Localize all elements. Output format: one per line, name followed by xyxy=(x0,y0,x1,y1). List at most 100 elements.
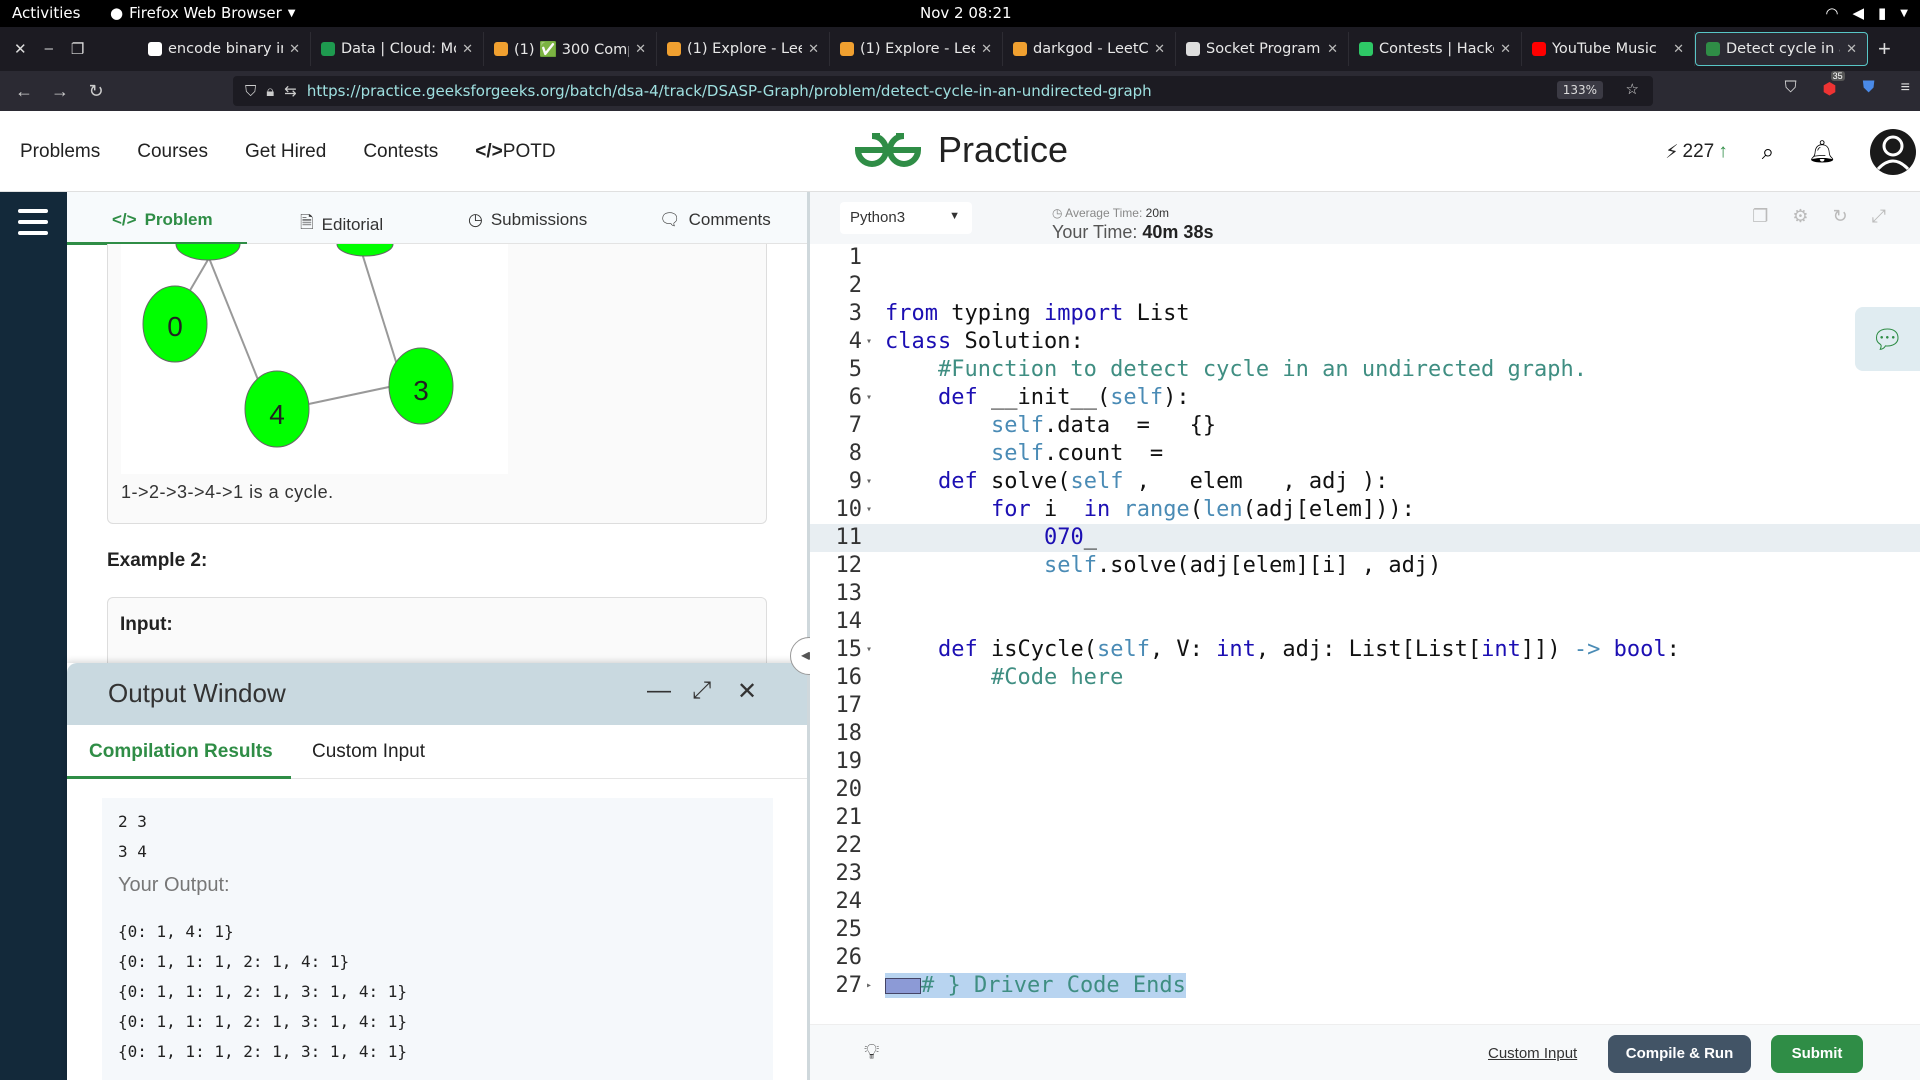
chat-icon[interactable]: 💬︎ xyxy=(1855,307,1920,371)
shield-icon[interactable]: ⛉ xyxy=(245,82,256,100)
tab-custom-input[interactable]: Custom Input xyxy=(312,741,425,763)
pocket-icon[interactable]: ⛉ xyxy=(1785,79,1797,99)
tab-favicon-icon xyxy=(494,42,508,56)
browser-tab[interactable]: (1) Explore - Leet ✕ xyxy=(657,32,830,66)
browser-tab[interactable]: Contests | Hacke ✕ xyxy=(1349,32,1522,66)
settings-gear-icon[interactable]: ⚙ xyxy=(1792,206,1808,227)
system-top-bar: Activities ● Firefox Web Browser ▼ Nov 2… xyxy=(0,0,1920,27)
zoom-level[interactable]: 133% xyxy=(1556,81,1603,99)
browser-tab[interactable]: (1) Explore - Leet ✕ xyxy=(830,32,1003,66)
user-icon xyxy=(1876,135,1910,171)
tab-favicon-icon xyxy=(1359,42,1373,56)
menu-contests[interactable]: Contests xyxy=(363,141,438,163)
menu-potd[interactable]: </>POTD xyxy=(475,141,555,163)
folded-region-icon[interactable] xyxy=(885,978,921,994)
tab-title: Data | Cloud: Mo xyxy=(341,41,457,57)
tab-problem[interactable]: </> Problem xyxy=(112,210,213,230)
system-tray[interactable]: ◠ ◀ ▮ ▼ xyxy=(1825,4,1908,22)
lightbulb-icon[interactable]: 💡︎ xyxy=(864,1039,879,1065)
close-tab-icon[interactable]: ✕ xyxy=(981,42,992,57)
code-line: 21 xyxy=(835,805,863,830)
close-tab-icon[interactable]: ✕ xyxy=(1154,42,1165,57)
back-icon[interactable]: ← xyxy=(6,81,42,102)
code-line: 17 xyxy=(835,693,863,718)
lock-icon[interactable]: 🔒︎ xyxy=(266,82,274,100)
your-time-label: Your Time: xyxy=(1052,222,1138,242)
menu-icon[interactable]: ≡ xyxy=(1901,79,1910,99)
arrow-up-icon: ↑ xyxy=(1718,141,1728,162)
bitwarden-icon[interactable]: ⛊ xyxy=(1863,79,1875,99)
menu-courses[interactable]: Courses xyxy=(137,141,208,163)
fullscreen-icon[interactable]: ⤢ xyxy=(1872,206,1886,227)
code-icon: </> xyxy=(112,210,137,229)
expand-icon[interactable]: ⤢ xyxy=(692,677,711,705)
browser-tab[interactable]: (1) ✅ 300 Compa ✕ xyxy=(484,32,657,66)
tab-favicon-icon xyxy=(321,42,335,56)
code-line: 4 ▾ class Solution: xyxy=(848,329,1084,354)
tab-title: encode binary in xyxy=(168,41,284,57)
tab-submissions[interactable]: ◷ Submissions xyxy=(468,210,587,230)
forward-icon[interactable]: → xyxy=(42,81,78,102)
close-tab-icon[interactable]: ✕ xyxy=(1846,42,1857,57)
avatar[interactable] xyxy=(1870,129,1916,175)
toolbar-icons: ⛉ ⬢ 35 ⛊ ≡ xyxy=(1785,71,1910,99)
close-window-icon[interactable]: ✕ xyxy=(14,40,27,58)
submit-button[interactable]: Submit xyxy=(1771,1035,1863,1073)
custom-input-link[interactable]: Custom Input xyxy=(1488,1045,1577,1062)
output-window-title: Output Window xyxy=(108,678,286,708)
tab-favicon-icon xyxy=(148,42,162,56)
site-header: Problems Courses Get Hired Contests </>P… xyxy=(0,111,1920,192)
bookmark-star-icon[interactable]: ☆ xyxy=(1626,80,1639,98)
code-editor[interactable]: 1 2 3 from typing import List 4 ▾ class Sol… xyxy=(810,244,1920,1024)
minimize-window-icon[interactable]: – xyxy=(45,40,53,58)
close-tab-icon[interactable]: ✕ xyxy=(462,42,473,57)
permissions-icon[interactable]: ⇆ xyxy=(284,82,297,100)
menu-problems[interactable]: Problems xyxy=(20,141,100,163)
close-tab-icon[interactable]: ✕ xyxy=(808,42,819,57)
compile-run-button[interactable]: Compile & Run xyxy=(1608,1035,1751,1073)
close-tab-icon[interactable]: ✕ xyxy=(1500,42,1511,57)
browser-tab[interactable]: YouTube Music ✕ xyxy=(1522,32,1695,66)
close-tab-icon[interactable]: ✕ xyxy=(289,42,300,57)
url-text[interactable]: https://practice.geeksforgeeks.org/batch… xyxy=(307,82,1152,100)
close-tab-icon[interactable]: ✕ xyxy=(1673,42,1684,57)
browser-tab[interactable]: darkgod - LeetCo ✕ xyxy=(1003,32,1176,66)
close-tab-icon[interactable]: ✕ xyxy=(635,42,646,57)
language-select[interactable]: Python3 ▼ xyxy=(840,202,972,234)
browser-tab[interactable]: Socket Programm ✕ xyxy=(1176,32,1349,66)
menu-get-hired[interactable]: Get Hired xyxy=(245,141,326,163)
bell-icon[interactable]: 🔔︎ xyxy=(1808,139,1836,165)
minimize-icon[interactable]: — xyxy=(647,677,671,705)
clock[interactable]: Nov 2 08:21 xyxy=(920,4,1012,22)
tab-comments[interactable]: 🗨︎ Comments xyxy=(659,210,771,230)
wifi-icon: ◠ xyxy=(1825,4,1839,22)
hamburger-menu-icon[interactable] xyxy=(18,209,48,242)
time-info: ◷ Average Time: 20m Your Time: 40m 38s xyxy=(1052,206,1213,243)
streak-counter[interactable]: ⚡ 227 ↑ xyxy=(1665,141,1728,164)
browser-tab[interactable]: Data | Cloud: Mo ✕ xyxy=(311,32,484,66)
gfg-logo[interactable]: Practice xyxy=(852,129,1068,171)
ublock-icon[interactable]: ⬢ 35 xyxy=(1823,71,1845,99)
code-line: 1 xyxy=(848,245,862,270)
chevron-down-icon: ▼ xyxy=(1900,7,1908,19)
code-line-active: 11 070_ xyxy=(810,524,1920,552)
browser-tab[interactable]: encode binary in ✕ xyxy=(138,32,311,66)
compilation-results-body: 2 3 3 4 Your Output: {0: 1, 4: 1} {0: 1,… xyxy=(102,798,773,1080)
restore-window-icon[interactable]: ❐ xyxy=(71,40,84,58)
url-bar[interactable]: ⛉ 🔒︎ ⇆ https://practice.geeksforgeeks.or… xyxy=(233,76,1653,106)
reset-icon[interactable]: ↻ xyxy=(1833,206,1848,227)
close-icon[interactable]: ✕ xyxy=(737,677,757,706)
activities-button[interactable]: Activities xyxy=(12,4,80,22)
app-menu[interactable]: ● Firefox Web Browser ▼ xyxy=(110,4,295,22)
browser-tab[interactable]: Detect cycle in ar ✕ xyxy=(1695,32,1868,66)
tab-compilation-results[interactable]: Compilation Results xyxy=(89,741,273,763)
code-line: 20 xyxy=(835,777,863,802)
tab-title: (1) Explore - Leet xyxy=(687,41,803,57)
close-tab-icon[interactable]: ✕ xyxy=(1327,42,1338,57)
reload-icon[interactable]: ↻ xyxy=(78,81,114,102)
browser-nav-bar: ← → ↻ ⛉ 🔒︎ ⇆ https://practice.geeksforge… xyxy=(0,71,1920,111)
tab-editorial[interactable]: 🗎︎ Editorial xyxy=(300,210,383,239)
search-icon[interactable]: ⌕ xyxy=(1762,139,1774,165)
copy-icon[interactable]: ❐ xyxy=(1752,206,1768,227)
new-tab-button[interactable]: + xyxy=(1878,36,1891,62)
